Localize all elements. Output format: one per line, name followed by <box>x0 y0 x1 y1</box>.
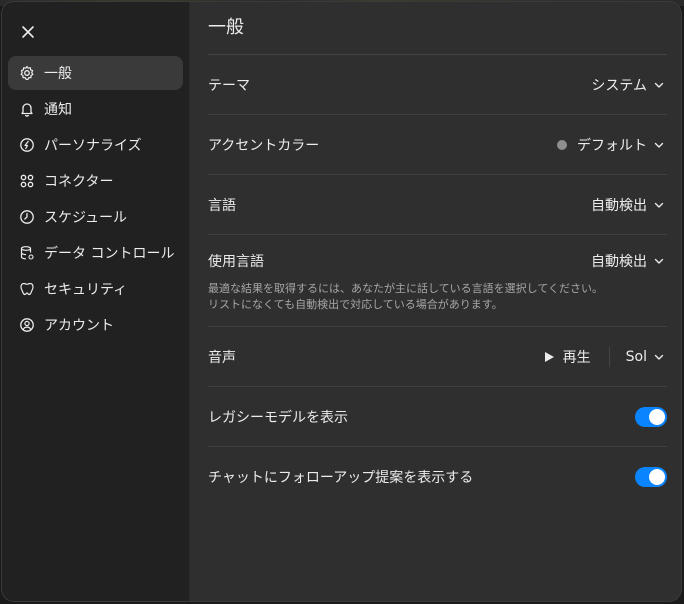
chevron-down-icon <box>653 254 667 268</box>
accent-color-swatch <box>557 139 567 150</box>
sidebar-item-notifications[interactable]: 通知 <box>8 92 183 126</box>
accent-color-row: アクセントカラー デフォルト <box>208 115 667 175</box>
theme-row: テーマ システム <box>208 55 667 115</box>
spoken-language-dropdown[interactable]: 自動検出 <box>591 251 667 271</box>
settings-modal: 一般 通知 パーソナライズ コネクター スケジュール データ コントロール セキ… <box>2 2 681 601</box>
spoken-language-value: 自動検出 <box>591 254 647 270</box>
bell-icon <box>18 100 36 118</box>
language-value: 自動検出 <box>591 197 647 214</box>
personalize-icon <box>18 136 36 154</box>
sidebar-item-general[interactable]: 一般 <box>8 56 183 90</box>
legacy-models-row: レガシーモデルを表示 <box>208 387 667 447</box>
sidebar-item-label: 通知 <box>44 102 72 118</box>
voice-controls: 再生 Sol <box>543 346 667 367</box>
sidebar-item-personalize[interactable]: パーソナライズ <box>8 128 183 162</box>
accent-color-value: デフォルト <box>577 137 647 154</box>
database-icon <box>18 244 36 262</box>
sidebar-item-security[interactable]: セキュリティ <box>8 272 183 306</box>
sidebar-item-label: パーソナライズ <box>44 138 142 154</box>
chevron-down-icon <box>653 198 667 212</box>
sidebar-item-connectors[interactable]: コネクター <box>8 164 183 198</box>
legacy-models-toggle[interactable] <box>635 406 667 427</box>
connectors-icon <box>18 172 36 190</box>
voice-row: 音声 再生 Sol <box>208 327 667 387</box>
chevron-down-icon <box>653 350 667 364</box>
accent-color-label: アクセントカラー <box>208 137 320 154</box>
shield-icon <box>18 280 36 298</box>
clock-icon <box>18 208 36 226</box>
spoken-language-description: 最適な結果を取得するには、あなたが主に話している言語を選択してください。リストに… <box>208 282 604 311</box>
voice-dropdown[interactable]: Sol <box>626 349 667 365</box>
account-icon <box>18 316 36 334</box>
sidebar-item-data-controls[interactable]: データ コントロール <box>8 236 183 270</box>
theme-label: テーマ <box>208 77 250 94</box>
language-dropdown[interactable]: 自動検出 <box>591 195 667 215</box>
voice-value: Sol <box>625 348 647 365</box>
sidebar-item-label: セキュリティ <box>44 282 128 298</box>
sidebar-item-label: 一般 <box>44 66 72 82</box>
sidebar-item-label: コネクター <box>44 174 114 190</box>
chevron-down-icon <box>653 78 667 92</box>
theme-value: システム <box>591 77 647 94</box>
theme-dropdown[interactable]: システム <box>591 75 667 95</box>
page-title: 一般 <box>208 14 667 55</box>
sidebar-item-schedule[interactable]: スケジュール <box>8 200 183 234</box>
settings-sidebar: 一般 通知 パーソナライズ コネクター スケジュール データ コントロール セキ… <box>2 2 190 601</box>
language-label: 言語 <box>208 197 236 214</box>
gear-icon <box>18 64 36 82</box>
play-icon <box>544 351 554 362</box>
sidebar-item-label: データ コントロール <box>44 246 175 262</box>
legacy-models-label: レガシーモデルを表示 <box>208 409 348 426</box>
close-icon <box>22 26 34 38</box>
sidebar-item-account[interactable]: アカウント <box>8 308 183 342</box>
followup-suggestions-label: チャットにフォローアップ提案を表示する <box>208 469 474 486</box>
spoken-language-row: 使用言語 自動検出 最適な結果を取得するには、あなたが主に話している言語を選択し… <box>208 235 667 327</box>
settings-nav: 一般 通知 パーソナライズ コネクター スケジュール データ コントロール セキ… <box>2 56 189 342</box>
sidebar-item-label: アカウント <box>44 318 114 334</box>
sidebar-item-label: スケジュール <box>44 210 128 226</box>
accent-color-dropdown[interactable]: デフォルト <box>557 135 667 155</box>
language-row: 言語 自動検出 <box>208 175 667 235</box>
chevron-down-icon <box>653 138 667 152</box>
voice-label: 音声 <box>208 349 236 366</box>
close-button[interactable] <box>16 20 40 44</box>
spoken-language-label: 使用言語 <box>208 254 264 270</box>
followup-suggestions-toggle[interactable] <box>635 466 667 487</box>
play-voice-label: 再生 <box>562 349 591 366</box>
followup-suggestions-row: チャットにフォローアップ提案を表示する <box>208 447 667 506</box>
play-voice-button[interactable]: 再生 <box>543 346 610 367</box>
settings-content: 一般 テーマ システム アクセントカラー デフォルト 言語 自動検出 使用言語 … <box>190 2 681 601</box>
